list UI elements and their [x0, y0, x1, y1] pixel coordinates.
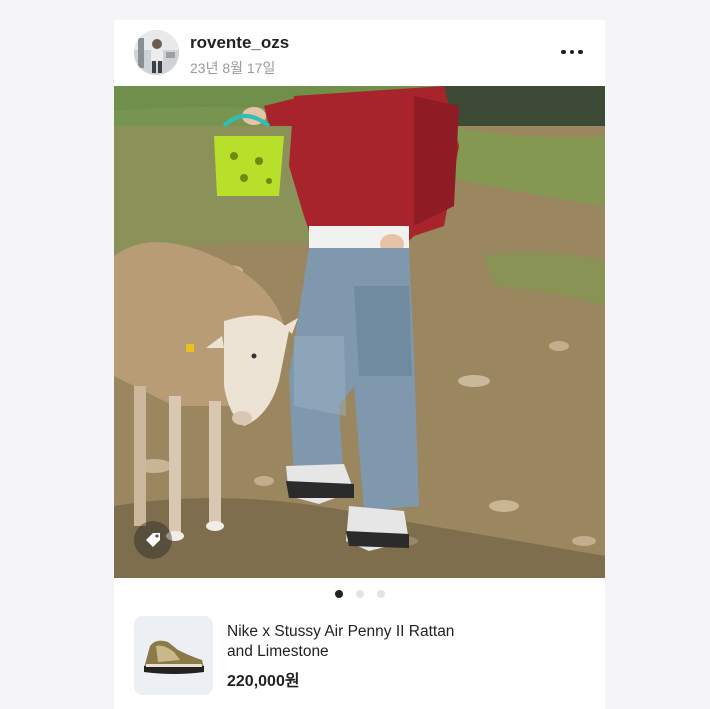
carousel-indicator	[114, 590, 605, 600]
product-thumbnail[interactable]	[134, 616, 213, 695]
carousel-dot-3[interactable]	[376, 590, 385, 598]
carousel-dot-1[interactable]	[334, 590, 343, 598]
post-photo[interactable]	[114, 86, 605, 578]
post-card: rovente_ozs 23년 8월 17일 Nike x Stussy Air…	[114, 20, 605, 709]
more-horizontal-icon	[561, 49, 566, 55]
product-tag-button[interactable]	[134, 521, 172, 559]
product-name-line2: and Limestone	[227, 643, 329, 660]
username[interactable]: rovente_ozs	[190, 33, 289, 53]
sneaker-icon	[134, 616, 213, 695]
product-name[interactable]: Nike x Stussy Air Penny II Rattan and Li…	[227, 622, 527, 662]
tagged-product-item[interactable]: Nike x Stussy Air Penny II Rattan and Li…	[134, 616, 585, 696]
carousel-dot-2[interactable]	[355, 590, 364, 598]
price-tag-icon	[146, 533, 160, 547]
more-options-button[interactable]	[557, 40, 587, 64]
post-date: 23년 8월 17일	[190, 60, 276, 76]
product-price: 220,000원	[227, 673, 300, 690]
photo-image	[114, 86, 605, 578]
post-header: rovente_ozs 23년 8월 17일	[114, 20, 605, 86]
user-avatar[interactable]	[134, 30, 179, 75]
avatar-image	[134, 30, 179, 75]
product-name-line1: Nike x Stussy Air Penny II Rattan	[227, 623, 455, 640]
